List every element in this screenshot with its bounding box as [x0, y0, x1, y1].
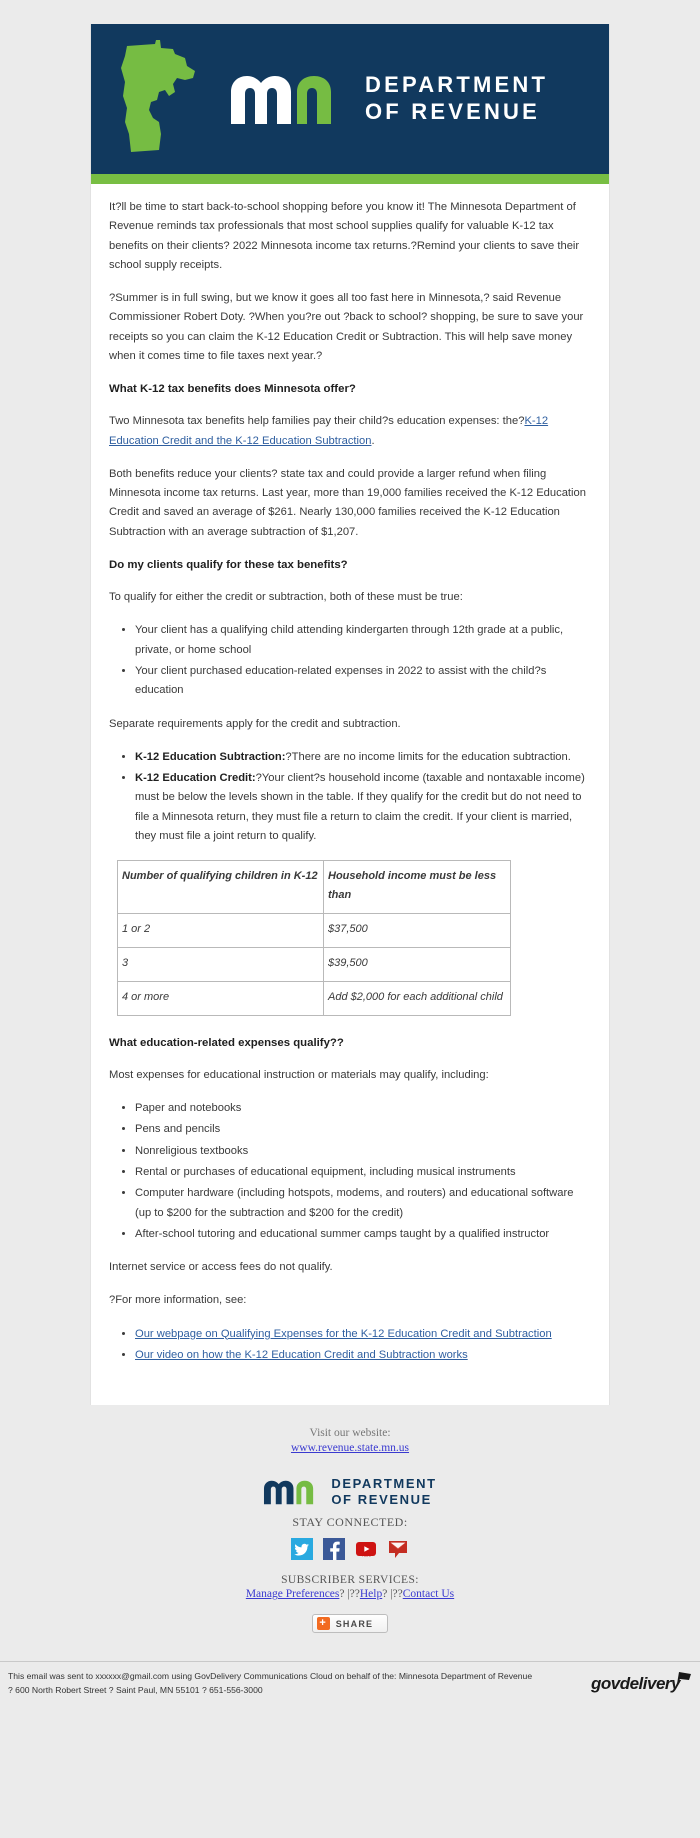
table-row: 4 or more Add $2,000 for each additional…	[117, 980, 511, 1016]
contact-us-link[interactable]: Contact Us	[403, 1588, 454, 1600]
article-body: It?ll be time to start back-to-school sh…	[91, 184, 609, 1405]
heading-expenses: What education-related expenses qualify?…	[109, 1036, 344, 1049]
govdelivery-flag-icon	[677, 1671, 691, 1684]
table-row: 1 or 2 $37,500	[117, 912, 511, 948]
footer-department-line1: DEPARTMENT	[331, 1476, 437, 1492]
separator-1: ? |??	[339, 1588, 360, 1601]
department-title-line1: DEPARTMENT	[365, 72, 549, 98]
cell-children: 4 or more	[117, 980, 324, 1016]
qualify-list: Your client has a qualifying child atten…	[109, 621, 591, 700]
revenue-website-link[interactable]: www.revenue.state.mn.us	[0, 1442, 700, 1454]
k12-video-link[interactable]: Our video on how the K-12 Education Cred…	[135, 1349, 468, 1361]
subscriber-services-label: SUBSCRIBER SERVICES:	[281, 1574, 419, 1587]
social-links: Tube	[0, 1538, 700, 1561]
two-benefits-paragraph: Two Minnesota tax benefits help families…	[109, 412, 591, 451]
list-item: Rental or purchases of educational equip…	[135, 1163, 591, 1182]
department-title-line2: OF REVENUE	[365, 99, 541, 124]
subscriber-links: Manage Preferences? |??Help? |??Contact …	[0, 1588, 700, 1600]
share-button-label: SHARE	[335, 1618, 374, 1629]
footer-department-title: DEPARTMENT OF REVENUE	[331, 1476, 436, 1507]
legal-bar: This email was sent to xxxxxx@gmail.com …	[0, 1661, 700, 1707]
mn-monogram-icon	[231, 76, 331, 124]
facebook-icon[interactable]	[323, 1538, 345, 1561]
quote-paragraph: ?Summer is in full swing, but we know it…	[109, 292, 584, 362]
header-banner: DEPARTMENT OF REVENUE	[91, 24, 609, 174]
cell-income: $39,500	[323, 946, 511, 982]
list-item: Our video on how the K-12 Education Cred…	[135, 1346, 591, 1365]
two-benefits-tail: .	[371, 434, 375, 447]
more-info-list: Our webpage on Qualifying Expenses for t…	[109, 1325, 591, 1366]
minnesota-state-outline-icon	[121, 40, 195, 152]
svg-text:Tube: Tube	[361, 1553, 372, 1558]
cell-children: 1 or 2	[117, 912, 324, 948]
email-body-card: DEPARTMENT OF REVENUE It?ll be time to s…	[90, 24, 610, 1406]
department-title: DEPARTMENT OF REVENUE	[365, 72, 548, 126]
mn-monogram-icon	[264, 1480, 314, 1504]
list-item: After-school tutoring and educational su…	[135, 1225, 591, 1244]
column-header-children: Number of qualifying children in K-12	[117, 860, 324, 914]
both-benefits-paragraph: Both benefits reduce your clients? state…	[109, 467, 586, 538]
mn-wordmark: DEPARTMENT OF REVENUE	[229, 72, 548, 126]
qualify-lead: To qualify for either the credit or subt…	[109, 591, 463, 604]
govdelivery-logo: govdelivery	[591, 1671, 692, 1694]
two-benefits-lead: Two Minnesota tax benefits help families…	[109, 415, 525, 428]
separator-2: ? |??	[382, 1588, 403, 1601]
green-divider	[91, 174, 609, 184]
govdelivery-wordmark: govdelivery	[591, 1673, 681, 1693]
share-plus-icon: +	[316, 1617, 330, 1631]
expenses-list: Paper and notebooks Pens and pencils Non…	[109, 1099, 591, 1244]
list-item: Nonreligious textbooks	[135, 1142, 591, 1161]
email-page: DEPARTMENT OF REVENUE It?ll be time to s…	[0, 0, 700, 1838]
email-icon[interactable]	[387, 1538, 409, 1560]
separate-requirements: Separate requirements apply for the cred…	[109, 717, 401, 730]
cell-children: 3	[117, 946, 324, 982]
visit-website-label: Visit our website:	[309, 1427, 391, 1440]
youtube-icon[interactable]: Tube	[355, 1538, 377, 1560]
list-item: Your client purchased education-related …	[135, 662, 591, 701]
top-spacer	[0, 0, 700, 24]
table-header-row: Number of qualifying children in K-12 Ho…	[117, 860, 511, 914]
list-item: Your client has a qualifying child atten…	[135, 621, 591, 660]
legal-text: This email was sent to xxxxxx@gmail.com …	[8, 1671, 533, 1695]
internet-note: Internet service or access fees do not q…	[109, 1261, 333, 1274]
requirement-text: ?There are no income limits for the educ…	[285, 750, 571, 763]
more-info-lead: ?For more information, see:	[109, 1294, 247, 1307]
twitter-icon[interactable]	[291, 1538, 313, 1561]
help-link[interactable]: Help	[360, 1588, 382, 1600]
list-item: Our webpage on Qualifying Expenses for t…	[135, 1325, 591, 1344]
email-footer: Visit our website: www.revenue.state.mn.…	[0, 1405, 700, 1644]
table-row: 3 $39,500	[117, 946, 511, 982]
cell-income: Add $2,000 for each additional child	[323, 980, 511, 1016]
heading-benefits: What K-12 tax benefits does Minnesota of…	[109, 383, 356, 396]
list-item: Pens and pencils	[135, 1120, 591, 1139]
footer-department-line2: OF REVENUE	[331, 1491, 432, 1507]
stay-connected-label: STAY CONNECTED:	[292, 1515, 408, 1530]
intro-paragraph: It?ll be time to start back-to-school sh…	[109, 201, 580, 271]
requirement-label: K-12 Education Subtraction:	[135, 750, 286, 763]
list-item: Computer hardware (including hotspots, m…	[135, 1184, 591, 1223]
manage-preferences-link[interactable]: Manage Preferences	[246, 1588, 340, 1600]
share-button[interactable]: + SHARE	[311, 1614, 389, 1634]
qualifying-expenses-webpage-link[interactable]: Our webpage on Qualifying Expenses for t…	[135, 1328, 552, 1340]
cell-income: $37,500	[323, 912, 511, 948]
expenses-lead: Most expenses for educational instructio…	[109, 1068, 489, 1081]
income-limits-table: Number of qualifying children in K-12 Ho…	[117, 860, 511, 1016]
list-item: Paper and notebooks	[135, 1099, 591, 1118]
footer-logo: DEPARTMENT OF REVENUE	[0, 1476, 700, 1507]
list-item: K-12 Education Subtraction:?There are no…	[135, 748, 591, 767]
requirements-list: K-12 Education Subtraction:?There are no…	[109, 748, 591, 846]
list-item: K-12 Education Credit:?Your client?s hou…	[135, 769, 591, 846]
requirement-label: K-12 Education Credit:	[135, 772, 256, 785]
heading-qualify: Do my clients qualify for these tax bene…	[109, 558, 348, 571]
column-header-income: Household income must be less than	[323, 860, 511, 914]
